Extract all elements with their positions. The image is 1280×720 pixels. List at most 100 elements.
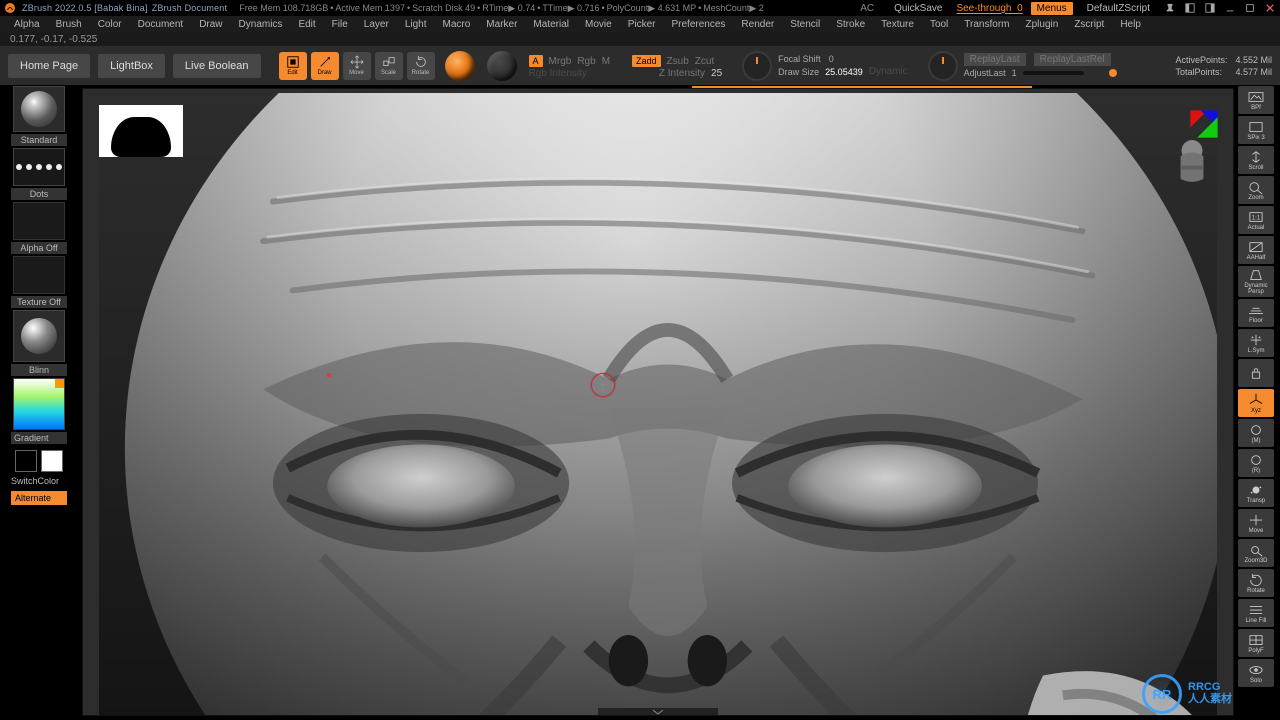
zadd-toggle[interactable]: Zadd [632,55,661,67]
menu-help[interactable]: Help [1112,16,1149,33]
tool-xyz-button[interactable]: Xyz [1238,389,1274,417]
nav-axis-gizmo[interactable] [1187,107,1221,141]
tool-rotate-button[interactable]: Rotate [1238,569,1274,597]
symmetry-marker [327,373,331,377]
tool-lock-button[interactable] [1238,359,1274,387]
adjustlast-value[interactable]: 1 [1012,68,1017,78]
menu-tool[interactable]: Tool [922,16,956,33]
menu-stroke[interactable]: Stroke [828,16,873,33]
focal-knob[interactable] [742,51,772,81]
tool-lsym-button[interactable]: L.Sym [1238,329,1274,357]
gizmo-3d-toggle[interactable] [445,51,475,81]
tool-m-button[interactable]: (M) [1238,419,1274,447]
tool-scroll-button[interactable]: Scroll [1238,146,1274,174]
menu-brush[interactable]: Brush [48,16,90,33]
brush-tile[interactable]: Standard [11,86,67,146]
a-toggle[interactable]: A [529,55,543,67]
tool-floor-button[interactable]: Floor [1238,299,1274,327]
tool-bpf-button[interactable]: BPf [1238,86,1274,114]
main-color-swatch[interactable] [15,450,37,472]
menu-picker[interactable]: Picker [620,16,664,33]
rgb-toggle[interactable]: Rgb [577,56,595,67]
menu-draw[interactable]: Draw [191,16,230,33]
dock-right-icon[interactable] [1204,2,1216,14]
material-tile[interactable]: Blinn [11,310,67,376]
seethrough-control[interactable]: See-through 0 [956,3,1022,14]
tool-move-button[interactable]: Move [1238,509,1274,537]
draw-size-value[interactable]: 25.05439 [825,67,863,77]
tool-zoom-button[interactable]: Zoom [1238,176,1274,204]
rotate-mode-button[interactable]: Rotate [407,52,435,80]
tool-solo-button[interactable]: Solo [1238,659,1274,687]
tool-persp-button[interactable]: Dynamic Persp [1238,266,1274,297]
zsub-toggle[interactable]: Zsub [667,56,689,67]
tool-linefill-button[interactable]: Line Fill [1238,599,1274,627]
maximize-icon[interactable] [1244,2,1256,14]
m-toggle[interactable]: M [602,56,610,67]
focal-shift-value[interactable]: 0 [829,54,834,64]
menu-document[interactable]: Document [130,16,192,33]
zcut-toggle[interactable]: Zcut [695,56,714,67]
viewport[interactable] [82,88,1234,716]
sculptris-toggle[interactable] [487,51,517,81]
adjust-knob[interactable] [928,51,958,81]
tool-polyf-button[interactable]: PolyF [1238,629,1274,657]
switchcolor-button[interactable]: SwitchColor [11,474,67,488]
draw-mode-button[interactable]: Draw [311,52,339,80]
menu-edit[interactable]: Edit [290,16,323,33]
alpha-tile[interactable]: Alpha Off [11,202,67,254]
adjustlast-slider[interactable] [1023,71,1084,75]
move-mode-button[interactable]: Move [343,52,371,80]
pin-icon[interactable] [1164,2,1176,14]
menu-movie[interactable]: Movie [577,16,620,33]
menu-preferences[interactable]: Preferences [663,16,733,33]
menu-layer[interactable]: Layer [356,16,397,33]
menu-dynamics[interactable]: Dynamics [231,16,291,33]
default-zscript[interactable]: DefaultZScript [1081,2,1156,15]
secondary-color-swatch[interactable] [41,450,63,472]
mrgb-toggle[interactable]: Mrgb [549,56,572,67]
edit-mode-button[interactable]: Edit [279,52,307,80]
menu-texture[interactable]: Texture [873,16,922,33]
menu-material[interactable]: Material [525,16,577,33]
tool-actual-button[interactable]: 1:1Actual [1238,206,1274,234]
dynamic-toggle[interactable]: Dynamic [869,66,908,77]
alternate-button[interactable]: Alternate [11,491,67,505]
menu-marker[interactable]: Marker [478,16,525,33]
tool-r-button[interactable]: (R) [1238,449,1274,477]
texture-tile[interactable]: Texture Off [11,256,67,308]
home-page-button[interactable]: Home Page [8,54,90,78]
quicksave-button[interactable]: QuickSave [888,2,948,15]
dock-left-icon[interactable] [1184,2,1196,14]
close-icon[interactable] [1264,2,1276,14]
z-intensity-value[interactable]: 25 [711,68,722,79]
menu-transform[interactable]: Transform [956,16,1017,33]
menu-file[interactable]: File [324,16,356,33]
polycount-info: ActivePoints:4.552 Mil TotalPoints:4.577… [1175,55,1272,77]
menu-zplugin[interactable]: Zplugin [1018,16,1067,33]
stroke-tile[interactable]: Dots [11,148,67,200]
tool-spix-button[interactable]: SPix 3 [1238,116,1274,144]
color-gradient-icon[interactable] [13,378,65,430]
camera-ghost-icon[interactable] [1173,137,1211,183]
tool-zoom3d-button[interactable]: Zoom3D [1238,539,1274,567]
scale-mode-button[interactable]: Scale [375,52,403,80]
menus-toggle[interactable]: Menus [1031,2,1073,15]
menu-alpha[interactable]: Alpha [6,16,48,33]
color-picker-tile[interactable]: Gradient [11,378,67,444]
tool-transp-button[interactable]: Transp [1238,479,1274,507]
live-boolean-button[interactable]: Live Boolean [173,54,261,78]
menu-macro[interactable]: Macro [435,16,479,33]
silhouette-preview[interactable] [99,105,183,157]
menu-color[interactable]: Color [90,16,130,33]
replaylast-button[interactable]: ReplayLast [964,53,1026,66]
menu-zscript[interactable]: Zscript [1066,16,1112,33]
replaylastrel-button[interactable]: ReplayLastRel [1034,53,1111,66]
menu-render[interactable]: Render [733,16,782,33]
lightbox-button[interactable]: LightBox [98,54,165,78]
minimize-icon[interactable] [1224,2,1236,14]
tool-aahalf-button[interactable]: AAHalf [1238,236,1274,264]
shelf-expand-handle[interactable] [598,708,718,715]
menu-stencil[interactable]: Stencil [782,16,828,33]
menu-light[interactable]: Light [397,16,435,33]
